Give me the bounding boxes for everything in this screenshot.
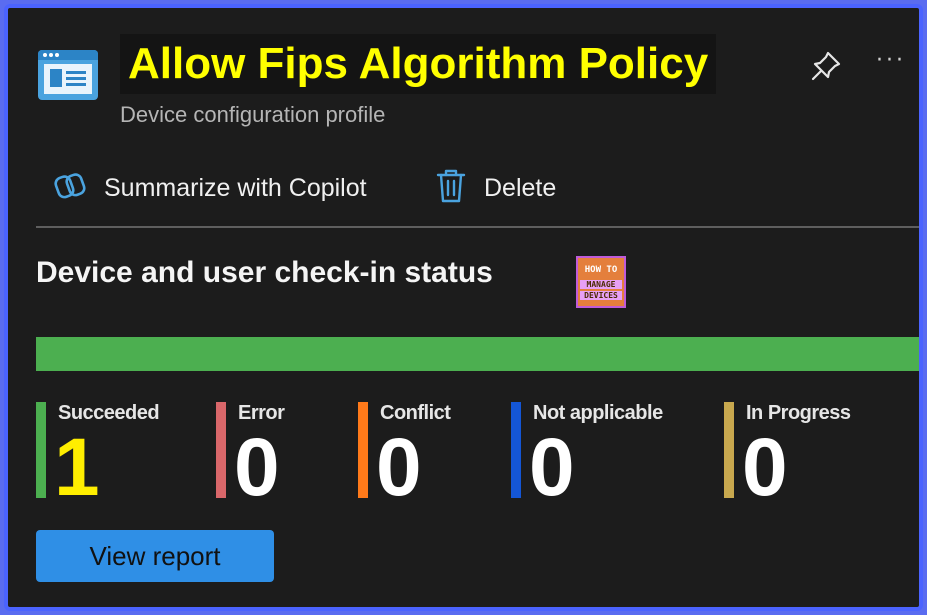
copilot-button-label: Summarize with Copilot: [104, 173, 367, 202]
checkin-progress-bar: [36, 337, 919, 371]
device-configuration-icon: [38, 50, 98, 100]
howto-manage-devices-logo: HOW TO MANAGE DEVICES: [576, 256, 626, 308]
trash-icon: [434, 167, 468, 209]
delete-button-label: Delete: [484, 173, 557, 202]
progress-succeeded-fill: [36, 337, 919, 371]
delete-button[interactable]: Delete: [434, 168, 556, 208]
page-title: Allow Fips Algorithm Policy: [120, 34, 717, 94]
ellipsis-icon[interactable]: ···: [876, 48, 906, 73]
stat-color-bar: [216, 402, 226, 498]
profile-card: Allow Fips Algorithm Policy Device confi…: [4, 4, 923, 611]
stat-value: 0: [742, 422, 788, 513]
stat-color-bar: [358, 402, 368, 498]
stat-color-bar: [724, 402, 734, 498]
section-title: Device and user check-in status: [36, 256, 493, 289]
stat-color-bar: [36, 402, 46, 498]
pin-icon[interactable]: [808, 48, 844, 84]
page-subtitle: Device configuration profile: [120, 102, 386, 127]
stat-color-bar: [511, 402, 521, 498]
copilot-icon: [52, 168, 88, 208]
stat-value: 0: [529, 422, 575, 513]
stat-value: 0: [234, 422, 280, 513]
summarize-copilot-button[interactable]: Summarize with Copilot: [52, 168, 367, 208]
stat-value: 1: [54, 422, 100, 513]
stat-value: 0: [376, 422, 422, 513]
toolbar-divider: [36, 226, 919, 228]
view-report-button[interactable]: View report: [36, 530, 274, 582]
